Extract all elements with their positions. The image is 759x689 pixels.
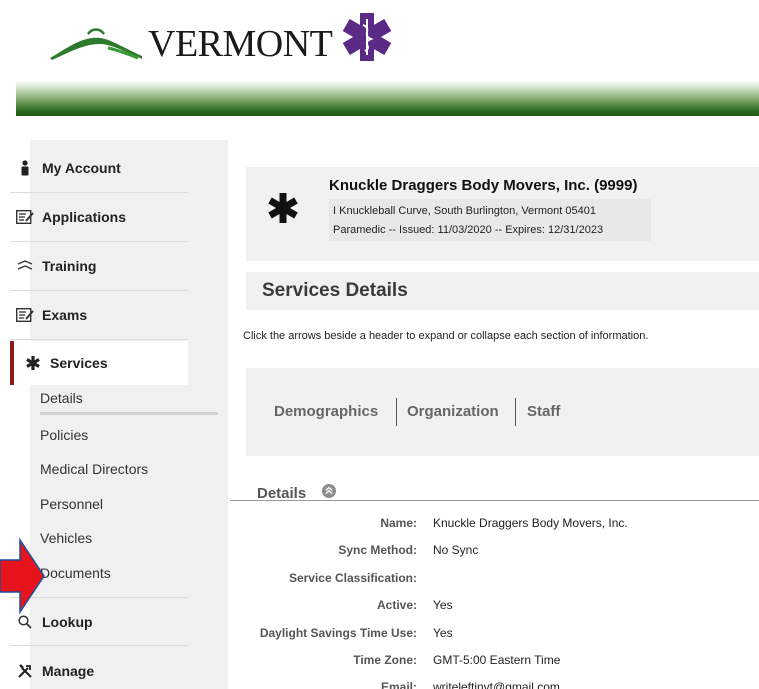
service-license: Paramedic -- Issued: 11/03/2020 -- Expir… (333, 224, 604, 236)
training-icon (14, 260, 36, 272)
field-value-sync-method: No Sync (433, 543, 479, 557)
edit-document-icon (14, 210, 36, 224)
field-value-time-zone: GMT-5:00 Eastern Time (433, 653, 561, 667)
red-arrow-icon (0, 538, 45, 614)
sidebar-item-exams[interactable]: Exams (10, 291, 188, 340)
field-value-active: Yes (433, 598, 453, 612)
asterisk-icon (268, 193, 298, 223)
sidebar-item-label: Exams (42, 307, 88, 323)
instructions-text: Click the arrows beside a header to expa… (243, 330, 649, 342)
field-value-daylight-savings: Yes (433, 626, 453, 640)
service-address: I Knuckleball Curve, South Burlington, V… (333, 205, 596, 217)
sidebar-item-label: Manage (42, 662, 95, 679)
service-name: Knuckle Draggers Body Movers, Inc. (9999… (329, 177, 638, 194)
edit-document-icon (14, 308, 36, 322)
collapse-up-icon[interactable] (322, 484, 336, 498)
tab-organization[interactable]: Organization (407, 403, 499, 420)
star-of-life-icon (342, 13, 392, 61)
sidebar-subitem-policies[interactable]: Policies (40, 427, 88, 443)
sidebar-item-label: Lookup (42, 613, 93, 630)
sidebar-subitem-medical-directors[interactable]: Medical Directors (40, 461, 148, 477)
sidebar-item-label: My Account (42, 160, 121, 176)
tab-divider (515, 398, 516, 426)
sidebar-item-training[interactable]: Training (10, 242, 188, 291)
sidebar-subitem-personnel[interactable]: Personnel (40, 496, 103, 512)
sidebar-item-my-account[interactable]: My Account (10, 144, 188, 193)
header-banner (16, 80, 759, 116)
person-icon (14, 160, 36, 176)
details-divider (230, 500, 759, 501)
field-label-name: Name: (380, 516, 417, 530)
field-label-daylight-savings: Daylight Savings Time Use: (259, 626, 417, 640)
sidebar-item-label: Applications (42, 209, 127, 225)
field-label-email: Email: (380, 680, 417, 689)
sidebar-item-applications[interactable]: Applications (10, 193, 188, 242)
tab-divider (396, 398, 397, 426)
brand-name: VERMONT (148, 23, 333, 65)
field-value-email: writeleftinvt@gmail.com (433, 680, 560, 689)
tools-icon (14, 663, 36, 679)
sidebar-subitem-documents[interactable]: Documents (40, 565, 111, 581)
field-label-service-classification: Service Classification: (288, 571, 417, 585)
vermont-logo[interactable]: VERMONT (48, 12, 392, 66)
field-label-sync-method: Sync Method: (338, 543, 417, 557)
tab-staff[interactable]: Staff (527, 403, 560, 420)
tab-demographics[interactable]: Demographics (274, 403, 378, 420)
search-icon (14, 614, 36, 629)
active-subitem-indicator (40, 412, 218, 415)
sidebar-item-manage[interactable]: Manage (10, 646, 188, 689)
sidebar-item-label: Training (42, 258, 97, 274)
sidebar-subitem-vehicles[interactable]: Vehicles (40, 530, 92, 546)
asterisk-icon (22, 356, 44, 370)
sidebar-item-services[interactable]: Services (10, 341, 188, 385)
mountain-logo-icon (50, 28, 142, 60)
page-title: Services Details (262, 280, 408, 301)
sidebar-item-label: Services (50, 355, 108, 371)
field-value-name: Knuckle Draggers Body Movers, Inc. (433, 516, 628, 530)
sidebar-subitem-details[interactable]: Details (40, 390, 83, 406)
field-label-time-zone: Time Zone: (353, 653, 417, 667)
field-label-active: Active: (376, 598, 417, 612)
